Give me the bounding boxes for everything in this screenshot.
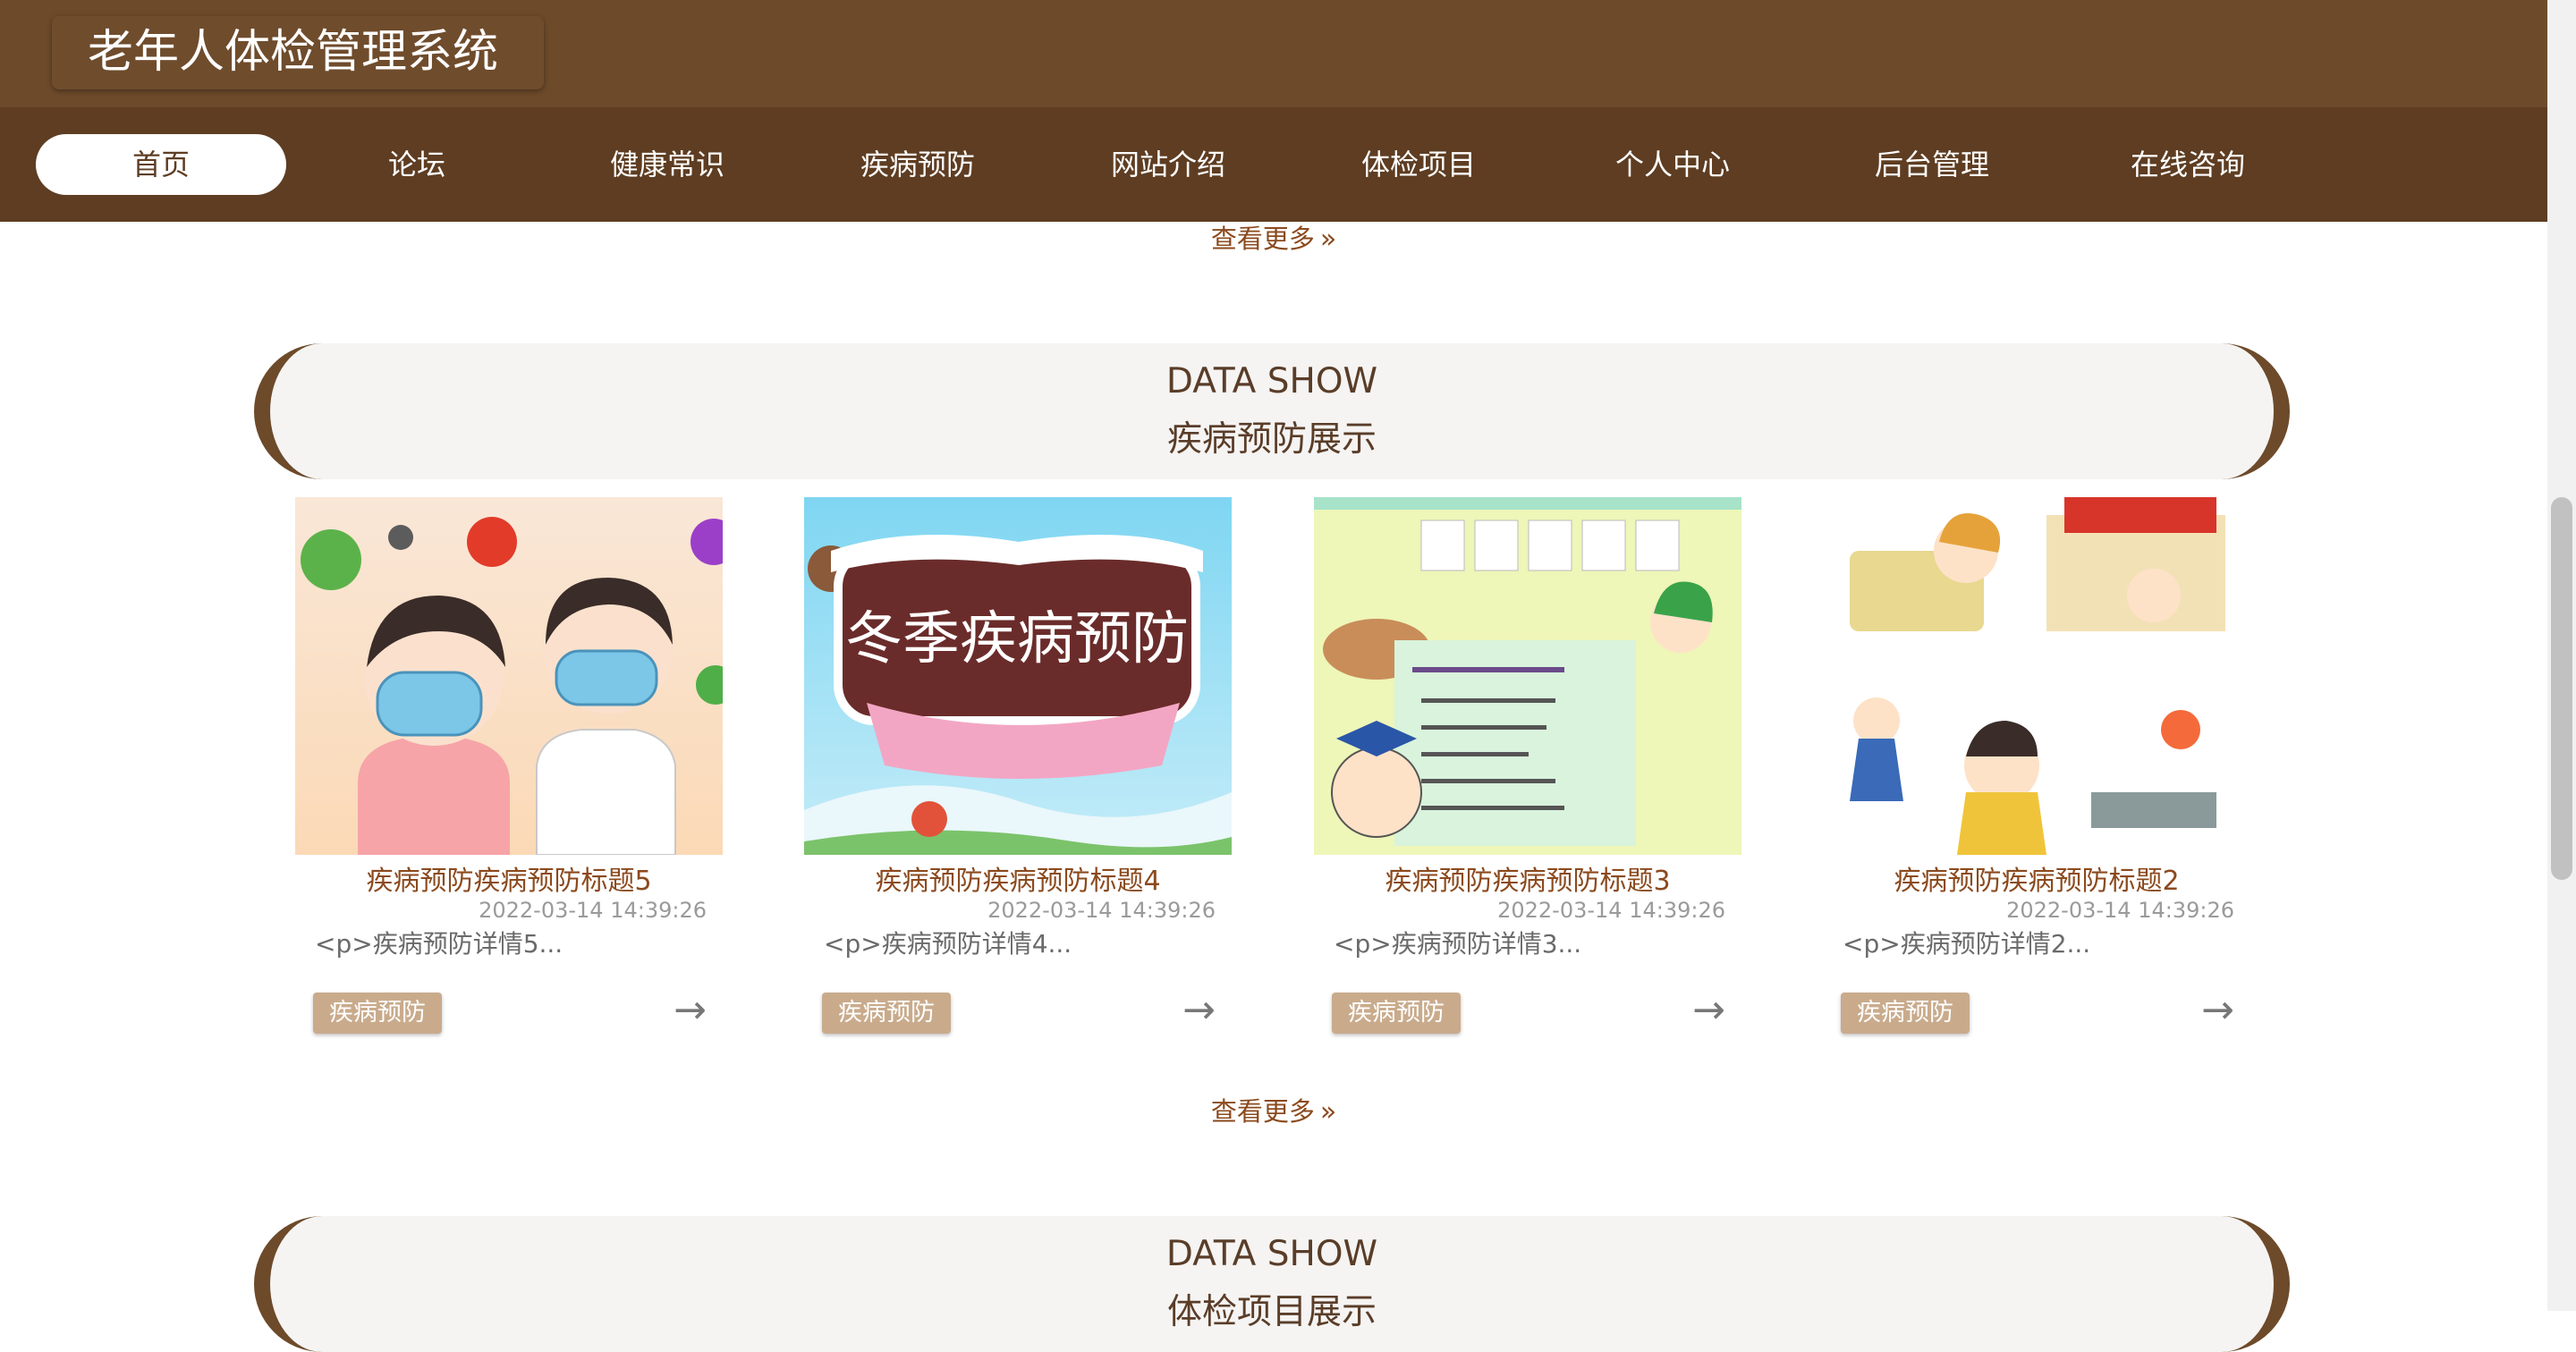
card-image-masks[interactable] [295,497,723,855]
section-title-cn: 体检项目展示 [1166,1292,1377,1332]
scrollbar-thumb[interactable] [2551,497,2572,880]
double-chevron-right-icon: » [1319,1096,1337,1128]
nav-item-home[interactable]: 首页 [36,134,286,195]
card-title[interactable]: 疾病预防疾病预防标题5 [295,858,723,898]
section-title-cn: 疾病预防展示 [1166,419,1377,460]
page-scrollbar[interactable] [2547,0,2576,1311]
disease-card-4[interactable]: 冬季疾病预防 疾病预防疾病预防标题4 2022-03-14 14:39:26 <… [804,497,1232,1034]
card-date: 2022-03-14 14:39:26 [1497,898,1725,923]
site-title[interactable]: 老年人体检管理系统 [52,16,544,89]
banner-text: 冬季疾病预防 [845,606,1189,672]
card-description: <p>疾病预防详情5... [315,929,564,959]
nav-item-checkup-items[interactable]: 体检项目 [1293,134,1544,195]
nav-item-admin[interactable]: 后台管理 [1807,134,2057,195]
card-category-tag[interactable]: 疾病预防 [1841,993,1970,1034]
nav-item-personal-center[interactable]: 个人中心 [1547,134,1798,195]
arrow-right-icon[interactable]: → [2201,987,2234,1033]
arrow-right-icon[interactable]: → [674,987,707,1033]
section-title-en: DATA SHOW [1165,361,1378,401]
nav-item-online-consult[interactable]: 在线咨询 [2063,134,2313,195]
section-header-disease-prevention: DATA SHOW 疾病预防展示 [254,343,2290,479]
card-date: 2022-03-14 14:39:26 [987,898,1216,923]
card-date: 2022-03-14 14:39:26 [479,898,707,923]
view-more-link-top[interactable]: 查看更多» [1163,218,1385,256]
card-description: <p>疾病预防详情3... [1334,929,1582,959]
disease-card-3[interactable]: 疾病预防疾病预防标题3 2022-03-14 14:39:26 <p>疾病预防详… [1314,497,1741,1034]
nav-item-disease-prevention[interactable]: 疾病预防 [792,134,1043,195]
card-category-tag[interactable]: 疾病预防 [822,993,951,1034]
nav-item-forum[interactable]: 论坛 [292,134,542,195]
card-image-intestinal-poster[interactable] [1314,497,1741,855]
card-category-tag[interactable]: 疾病预防 [1332,993,1461,1034]
card-image-hygiene-cartoon[interactable] [1823,497,2250,855]
section-header-checkup-items: DATA SHOW 体检项目展示 [254,1216,2290,1352]
arrow-right-icon[interactable]: → [1692,987,1725,1033]
arrow-right-icon[interactable]: → [1182,987,1216,1033]
double-chevron-right-icon: » [1319,224,1337,255]
site-header: 老年人体检管理系统 [0,0,2547,107]
card-description: <p>疾病预防详情4... [824,929,1072,959]
nav-item-site-intro[interactable]: 网站介绍 [1043,134,1293,195]
view-more-label: 查看更多 [1210,224,1315,254]
disease-card-2[interactable]: 疾病预防疾病预防标题2 2022-03-14 14:39:26 <p>疾病预防详… [1823,497,2250,1034]
nav-item-health-knowledge[interactable]: 健康常识 [542,134,792,195]
card-date: 2022-03-14 14:39:26 [2006,898,2234,923]
card-image-winter-banner[interactable]: 冬季疾病预防 [804,497,1232,855]
main-nav: 首页 论坛 健康常识 疾病预防 网站介绍 体检项目 个人中心 后台管理 在线咨询 [0,107,2547,222]
card-title[interactable]: 疾病预防疾病预防标题3 [1314,858,1741,898]
disease-card-5[interactable]: 疾病预防疾病预防标题5 2022-03-14 14:39:26 <p>疾病预防详… [295,497,723,1034]
card-category-tag[interactable]: 疾病预防 [313,993,442,1034]
view-more-link[interactable]: 查看更多» [1163,1091,1385,1128]
card-title[interactable]: 疾病预防疾病预防标题4 [804,858,1232,898]
card-title[interactable]: 疾病预防疾病预防标题2 [1823,858,2250,898]
card-description: <p>疾病预防详情2... [1843,929,2091,959]
view-more-label: 查看更多 [1210,1096,1315,1127]
section-title-en: DATA SHOW [1165,1234,1378,1274]
